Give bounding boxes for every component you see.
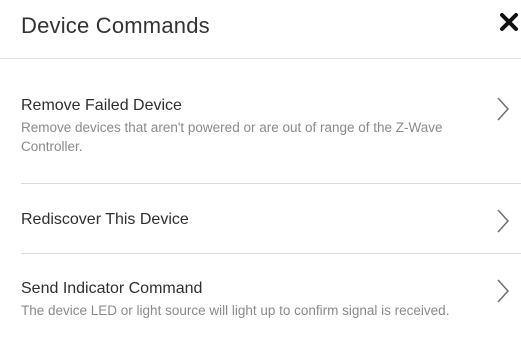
command-send-indicator[interactable]: Send Indicator Command The device LED or… [21,279,495,320]
command-rediscover-device[interactable]: Rediscover This Device [21,210,495,230]
command-title: Send Indicator Command [21,280,203,297]
command-remove-failed-device[interactable]: Remove Failed Device Remove devices that… [21,96,495,156]
divider [21,253,521,254]
chevron-right-icon[interactable] [496,278,510,304]
command-description: Remove devices that aren't powered or ar… [21,120,443,154]
chevron-right-icon[interactable] [496,208,510,234]
chevron-right-icon[interactable] [496,96,510,122]
close-icon[interactable] [498,10,520,34]
command-title: Remove Failed Device [21,97,182,114]
device-commands-dialog: Device Commands Remove Failed Device Rem… [0,0,521,362]
command-description: The device LED or light source will ligh… [21,303,450,318]
dialog-title: Device Commands [21,13,210,38]
command-title: Rediscover This Device [21,211,189,228]
dialog-header: Device Commands [0,0,521,59]
divider [21,183,521,184]
